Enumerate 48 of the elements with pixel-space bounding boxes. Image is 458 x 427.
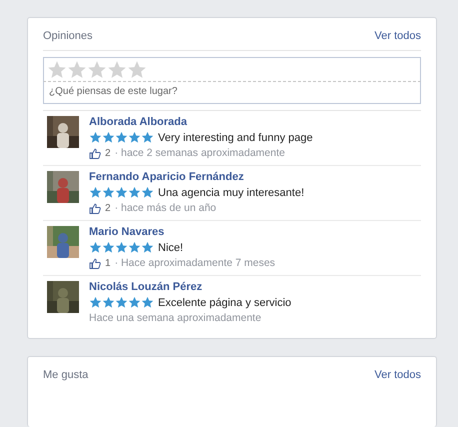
like-count: 1 [105, 258, 111, 268]
card-title: Opiniones [43, 30, 93, 42]
star-icon [102, 296, 115, 309]
star-icon [115, 186, 128, 199]
star-icon [127, 60, 147, 80]
review-time: · hace más de un año [114, 202, 216, 214]
thumbs-up-icon[interactable] [89, 258, 101, 268]
star-icon [87, 60, 107, 80]
review-text: Excelente página y servicio [158, 296, 292, 308]
review-time: Hace una semana aproximadamente [89, 312, 262, 324]
reviewer-name[interactable]: Nicolás Louzán Pérez [89, 281, 292, 293]
star-icon [128, 131, 141, 144]
star-icon [102, 186, 115, 199]
thumbs-up-icon[interactable] [89, 148, 101, 158]
star-icon [89, 296, 102, 309]
star-icon [141, 131, 154, 144]
reviewer-name[interactable]: Mario Navares [89, 226, 276, 238]
review-input-field[interactable]: ¿Qué piensas de este lugar? [43, 81, 421, 104]
card-title: Me gusta [43, 369, 88, 381]
star-icon [115, 131, 128, 144]
star-icon [107, 60, 127, 80]
review-time: · Hace aproximadamente 7 meses [114, 257, 276, 269]
review-text: Una agencia muy interesante! [158, 186, 304, 198]
star-icon [141, 241, 154, 254]
review-text: Nice! [158, 242, 184, 254]
reviewer-name[interactable]: Fernando Aparicio Fernández [89, 171, 304, 183]
see-all-link[interactable]: Ver todos [374, 30, 421, 42]
like-count: 2 [105, 148, 111, 158]
like-count: 2 [105, 202, 111, 214]
star-icon [89, 186, 102, 199]
star-icon [128, 296, 141, 309]
see-all-link[interactable]: Ver todos [374, 369, 421, 381]
star-icon [67, 60, 87, 80]
star-icon [128, 241, 141, 254]
star-icon [115, 241, 128, 254]
star-icon [128, 186, 141, 199]
star-icon [102, 131, 115, 144]
star-icon [115, 296, 128, 309]
star-icon [141, 296, 154, 309]
review-time: · hace 2 semanas aproximadamente [114, 147, 285, 159]
review-text: Very interesting and funny page [158, 132, 313, 144]
star-icon [141, 186, 154, 199]
reviewer-name[interactable]: Alborada Alborada [89, 116, 313, 128]
star-icon [89, 241, 102, 254]
star-icon [89, 131, 102, 144]
thumbs-up-icon[interactable] [89, 202, 101, 214]
star-icon [102, 241, 115, 254]
star-icon [47, 60, 67, 80]
